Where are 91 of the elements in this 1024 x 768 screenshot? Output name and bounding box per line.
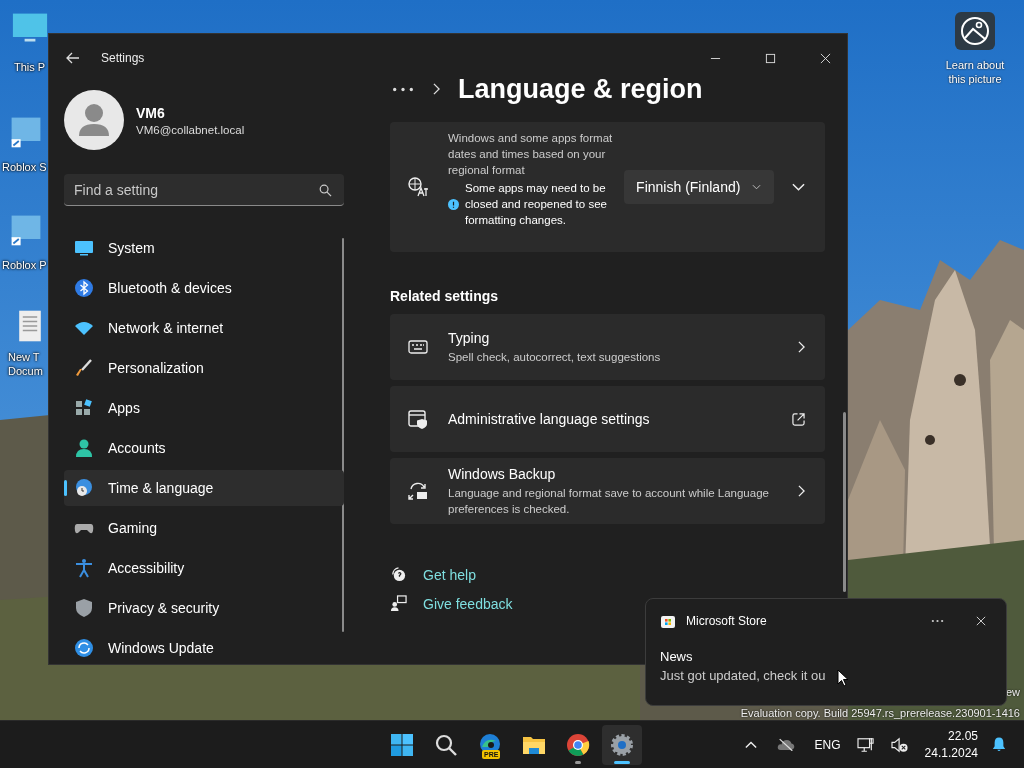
cursor-icon <box>837 669 849 687</box>
nav-item[interactable]: Gaming <box>64 510 344 546</box>
nav-item[interactable]: Personalization <box>64 350 344 386</box>
windows-logo-icon <box>390 732 414 757</box>
language-indicator[interactable]: ENG <box>814 737 841 752</box>
notification-toast[interactable]: Microsoft Store News Just got updated, check it ou <box>645 598 1007 706</box>
watermark-text: ew <box>1005 686 1020 698</box>
more-icon[interactable] <box>391 86 415 92</box>
external-link-icon <box>792 412 806 426</box>
window-title: Settings <box>101 51 145 65</box>
shield-icon <box>74 598 94 618</box>
notification-app-name: Microsoft Store <box>686 614 767 628</box>
card-description: Spell check, autocorrect, text suggestions <box>448 349 662 365</box>
speaker-muted-icon[interactable] <box>890 736 909 753</box>
nav-item[interactable]: Accounts <box>64 430 344 466</box>
chevron-right-icon <box>798 485 806 497</box>
user-name: VM6 <box>136 104 166 121</box>
card-description: Language and regional format save to account while Language preferences is checked. <box>448 485 770 517</box>
spotlight-label[interactable]: Learn about <box>945 58 1005 72</box>
apps-icon <box>74 398 94 418</box>
settings-link-card[interactable]: Windows Backup Language and regional format save to account while Language preferences is checked. <box>390 458 826 524</box>
feedback-icon <box>390 595 407 612</box>
nav-item[interactable]: Accessibility <box>64 550 344 586</box>
bell-icon[interactable] <box>992 736 1006 753</box>
maximize-icon[interactable] <box>765 52 776 64</box>
network-icon[interactable] <box>856 736 875 753</box>
nav-item[interactable]: Time & language <box>64 470 344 506</box>
search-icon <box>319 184 332 197</box>
notification-body: Just got updated, check it ou <box>660 668 826 683</box>
desktop-icon-label: Roblox P <box>2 258 47 272</box>
nav-item[interactable]: Apps <box>64 390 344 426</box>
desktop-icon-label: Roblox S <box>2 160 47 174</box>
sync-monitor-icon <box>408 481 428 501</box>
format-dropdown[interactable]: Finnish (Finland) <box>624 170 775 204</box>
chevron-down-icon <box>752 184 762 190</box>
globe-clock-icon <box>74 478 94 498</box>
page-title: Language & region <box>458 73 703 105</box>
settings-link-card[interactable]: Typing Spell check, autocorrect, text suggestions <box>390 314 826 380</box>
card-description: Windows and some apps format dates and times based on your regional format <box>448 131 614 178</box>
sync-icon <box>74 638 94 658</box>
bluetooth-icon <box>74 278 94 298</box>
cloud-off-icon[interactable] <box>776 738 795 751</box>
card-title: Administrative language settings <box>448 411 651 427</box>
keyboard-icon <box>408 337 428 357</box>
settings-button[interactable] <box>602 724 642 765</box>
avatar-icon <box>64 90 124 150</box>
card-title: Typing <box>448 329 491 346</box>
settings-link-card[interactable]: Administrative language settings <box>390 386 826 452</box>
store-bag-icon <box>660 613 676 629</box>
nav-item[interactable]: Windows Update <box>64 630 344 664</box>
back-arrow-icon[interactable] <box>65 50 81 66</box>
desktop-icon-label: Docum <box>7 364 43 378</box>
close-icon[interactable] <box>820 52 831 64</box>
chevron-up-icon[interactable] <box>744 740 757 749</box>
expand-chevron-icon[interactable] <box>792 183 806 191</box>
desktop-icon-label: This P <box>13 60 46 74</box>
gear-icon <box>610 732 634 757</box>
person-icon <box>74 438 94 458</box>
info-icon <box>448 198 459 210</box>
picture-info-icon[interactable] <box>955 12 995 50</box>
help-link[interactable]: Give feedback <box>423 595 513 612</box>
help-icon <box>390 566 407 583</box>
monitor-icon <box>74 238 94 258</box>
watermark-text: Evaluation copy. Build 25947.rs_prerelease.230901-1416 <box>740 707 1020 719</box>
spotlight-label[interactable]: this picture <box>948 72 1002 86</box>
clock-date[interactable]: 24.1.2024 <box>924 746 978 760</box>
card-title: Windows Backup <box>448 465 557 482</box>
search-icon <box>434 732 458 757</box>
nav-item[interactable]: System <box>64 230 344 266</box>
scrollbar[interactable] <box>342 238 344 632</box>
accessibility-icon <box>74 558 94 578</box>
chevron-right-icon <box>798 341 806 353</box>
nav-item[interactable]: Network & internet <box>64 310 344 346</box>
browser-icon <box>566 732 590 757</box>
chevron-right-icon <box>433 83 440 95</box>
scrollbar-thumb[interactable] <box>843 412 847 592</box>
language-icon <box>408 177 428 197</box>
card-note: Some apps may need to be closed and reopened to see formatting changes. <box>465 181 608 228</box>
user-email: VM6@collabnet.local <box>136 123 245 136</box>
notification-title: News <box>660 649 694 664</box>
section-heading: Related settings <box>390 288 500 304</box>
clock-time[interactable]: 22.05 <box>947 729 978 743</box>
close-icon[interactable] <box>976 616 986 626</box>
nav-item[interactable]: Bluetooth & devices <box>64 270 344 306</box>
desktop-icon-label: New T <box>7 350 40 364</box>
search-field[interactable]: Find a setting <box>64 174 344 206</box>
help-link[interactable]: Get help <box>423 566 476 583</box>
window-shield-icon <box>408 409 428 429</box>
paintbrush-icon <box>74 358 94 378</box>
more-icon[interactable] <box>931 619 944 623</box>
nav-item[interactable]: Privacy & security <box>64 590 344 626</box>
